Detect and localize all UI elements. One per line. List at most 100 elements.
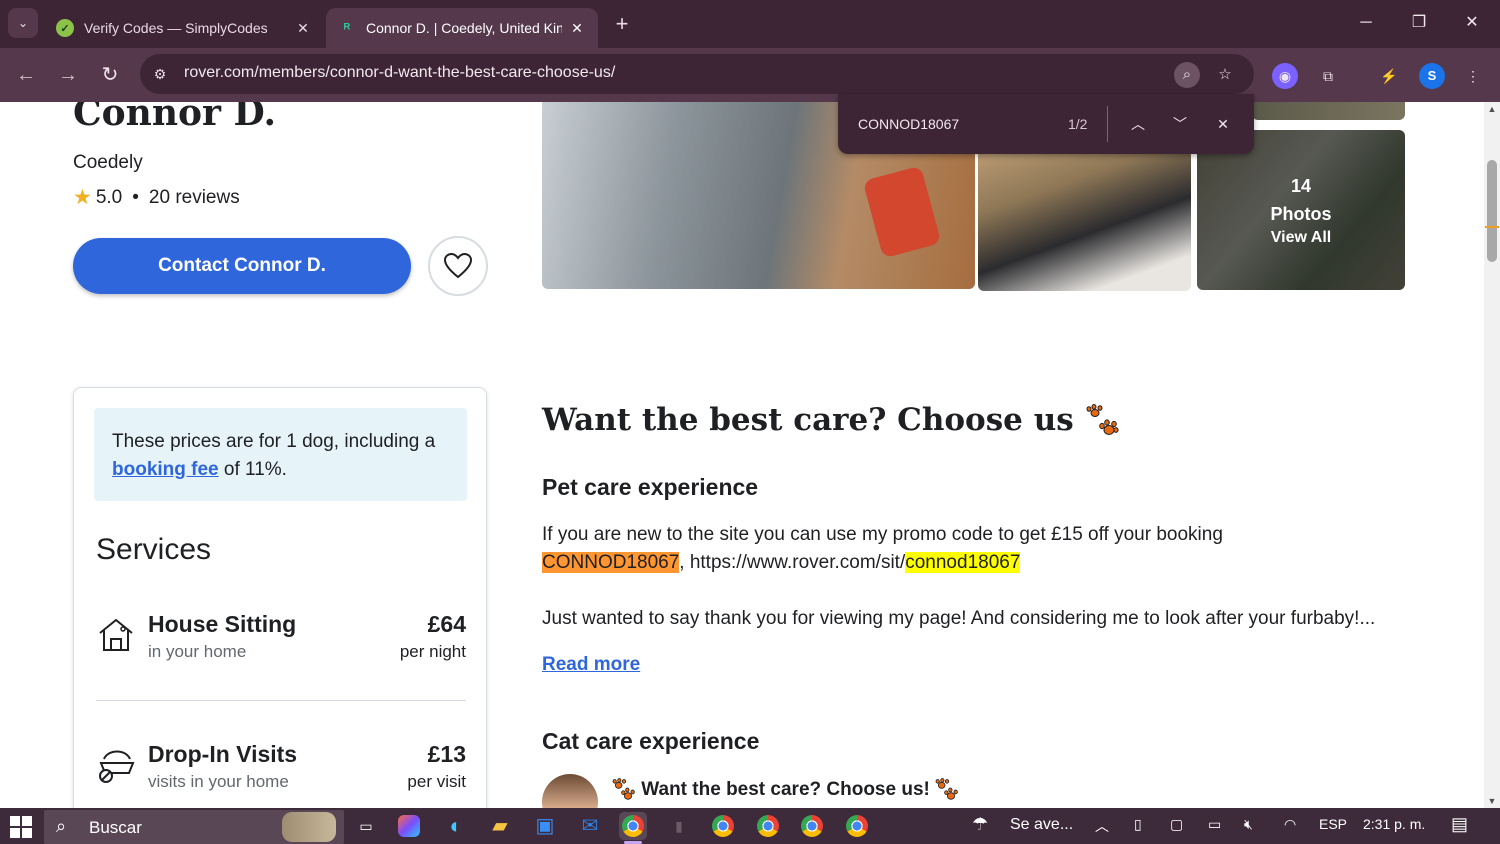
read-more-link[interactable]: Read more: [542, 654, 640, 676]
find-match-count: 1/2: [1068, 116, 1088, 132]
fee-notice: These prices are for 1 dog, including a …: [94, 408, 467, 501]
volume-muted-icon[interactable]: 🔇︎: [1244, 816, 1253, 833]
search-highlight-image: [282, 812, 336, 842]
sitter-name: Connor D.: [73, 102, 276, 134]
restore-button[interactable]: ❐: [1399, 8, 1439, 38]
tab-simplycodes[interactable]: ✓ Verify Codes — SimplyCodes ✕: [44, 8, 324, 48]
find-close-button[interactable]: ✕: [1211, 112, 1235, 136]
paw-prints-icon: [612, 778, 635, 800]
reload-button[interactable]: ↻: [96, 61, 124, 89]
page-scrollbar[interactable]: ▲ ▼: [1484, 102, 1500, 808]
profile-avatar[interactable]: S: [1419, 63, 1445, 89]
simplycodes-icon: ✓: [56, 19, 74, 37]
windows-start-icon[interactable]: [10, 816, 32, 838]
house-icon: [99, 618, 133, 651]
bookmark-star-icon[interactable]: ☆: [1212, 62, 1238, 88]
rover-icon: ᴿ: [343, 20, 351, 36]
find-previous-button[interactable]: ︿: [1126, 112, 1150, 136]
photo-dog-bed[interactable]: [978, 132, 1191, 291]
new-tab-button[interactable]: +: [610, 10, 634, 38]
extension-icon[interactable]: ◉: [1272, 63, 1298, 89]
menu-dots-icon[interactable]: ⋮: [1460, 63, 1486, 89]
favorite-button[interactable]: [428, 236, 488, 296]
chrome-profile-icon[interactable]: [843, 812, 871, 840]
edge-icon[interactable]: ◐: [442, 812, 470, 840]
minimize-button[interactable]: ─: [1346, 8, 1386, 38]
tab-rover[interactable]: ᴿ Connor D. | Coedely, United Kin ✕: [326, 8, 598, 48]
screen-icon[interactable]: ▢: [1170, 816, 1183, 833]
chrome-profile-icon[interactable]: [798, 812, 826, 840]
chrome-icon[interactable]: [619, 812, 647, 840]
windows-taskbar: ⌕ Buscar ▭ ◐ ▰ ▣ ✉ ▮ ☂ Se ave... ︿ ▯ ▢ ▭…: [0, 808, 1500, 844]
task-view-icon[interactable]: ▭: [352, 812, 380, 840]
performance-icon[interactable]: ⚡: [1376, 63, 1402, 89]
chrome-profile-icon[interactable]: [754, 812, 782, 840]
service-drop-in-visits[interactable]: Drop-In Visits visits in your home £13 p…: [96, 741, 466, 801]
search-placeholder: Buscar: [89, 818, 142, 837]
meet-icon[interactable]: ▯: [1134, 816, 1142, 833]
avatar: [542, 774, 598, 808]
store-icon[interactable]: ▣: [531, 812, 559, 840]
clock[interactable]: 2:31 p. m.: [1363, 816, 1425, 832]
tray-overflow-icon[interactable]: ︿: [1095, 816, 1109, 836]
language-indicator[interactable]: ESP: [1319, 816, 1347, 832]
chrome-logo: [712, 815, 734, 837]
pricing-card: These prices are for 1 dog, including a …: [73, 387, 487, 808]
chrome-logo: [757, 815, 779, 837]
close-window-button[interactable]: ✕: [1452, 8, 1492, 38]
photo-thumbnail[interactable]: [1252, 102, 1405, 120]
back-button[interactable]: ←: [12, 61, 40, 89]
url-text[interactable]: rover.com/members/connor-d-want-the-best…: [184, 64, 615, 82]
find-match-current: CONNOD18067: [542, 552, 680, 573]
photo-detail: [862, 165, 942, 259]
extensions-puzzle-icon[interactable]: ⧉: [1315, 63, 1341, 89]
close-icon[interactable]: ✕: [294, 20, 312, 37]
service-name: Drop-In Visits: [148, 741, 298, 767]
about-title-text: Want the best care? Choose us: [542, 402, 1074, 438]
fee-notice-suffix: of 11%.: [223, 459, 287, 480]
address-bar[interactable]: ⚙ rover.com/members/connor-d-want-the-be…: [140, 54, 1254, 94]
scroll-thumb[interactable]: [1487, 160, 1497, 262]
pet-care-line: If you are new to the site you can use m…: [542, 524, 1223, 545]
contact-button[interactable]: Contact Connor D.: [73, 238, 411, 294]
find-input[interactable]: CONNOD18067: [858, 116, 959, 132]
tab-search-button[interactable]: ⌄: [8, 8, 38, 38]
chrome-profile-icon[interactable]: [709, 812, 737, 840]
taskbar-search[interactable]: ⌕ Buscar: [44, 810, 344, 844]
tab-title: Connor D. | Coedely, United Kin: [366, 20, 562, 36]
chevron-down-icon: ⌄: [17, 16, 29, 30]
copilot-icon[interactable]: [398, 815, 420, 837]
outlook-icon[interactable]: ✉: [576, 812, 604, 840]
service-price: £13: [427, 741, 466, 767]
reviews-count[interactable]: 20 reviews: [149, 187, 240, 209]
scroll-down-arrow[interactable]: ▼: [1484, 794, 1500, 808]
weather-icon[interactable]: ☂: [972, 814, 988, 835]
scroll-up-arrow[interactable]: ▲: [1484, 102, 1500, 116]
booking-fee-link[interactable]: booking fee: [112, 459, 219, 480]
find-next-button[interactable]: ﹀: [1168, 112, 1192, 136]
services-heading: Services: [96, 533, 212, 566]
rating-row: ★ 5.0 • 20 reviews: [73, 185, 240, 210]
site-info-icon[interactable]: ⚙: [150, 64, 170, 84]
find-result-marker: [1485, 226, 1499, 228]
cat-care-text: Want the best care? Choose us!: [641, 779, 930, 801]
weather-text[interactable]: Se ave...: [1010, 816, 1073, 834]
close-icon[interactable]: ✕: [568, 20, 586, 37]
chrome-logo: [622, 815, 644, 837]
wifi-icon[interactable]: ◠: [1284, 816, 1296, 833]
forward-button[interactable]: →: [54, 61, 82, 89]
battery-icon[interactable]: ▭: [1208, 816, 1221, 833]
lens-icon[interactable]: ⌕: [1174, 62, 1200, 88]
notifications-icon[interactable]: ▤: [1451, 814, 1468, 835]
service-house-sitting[interactable]: House Sitting in your home £64 per night: [96, 611, 466, 671]
chrome-logo: [801, 815, 823, 837]
find-bar: CONNOD18067 1/2 ︿ ﹀ ✕: [838, 94, 1254, 154]
thank-you-text: Just wanted to say thank you for viewing…: [542, 608, 1376, 629]
search-icon: ⌕: [56, 816, 67, 836]
app-icon[interactable]: ▮: [665, 812, 693, 840]
file-explorer-icon[interactable]: ▰: [486, 812, 514, 840]
page-content: Connor D. Coedely ★ 5.0 • 20 reviews Con…: [0, 102, 1484, 808]
photo-view-all[interactable]: 14 Photos View All: [1197, 130, 1405, 290]
view-all-link[interactable]: View All: [1197, 229, 1405, 247]
pet-care-heading: Pet care experience: [542, 474, 759, 500]
